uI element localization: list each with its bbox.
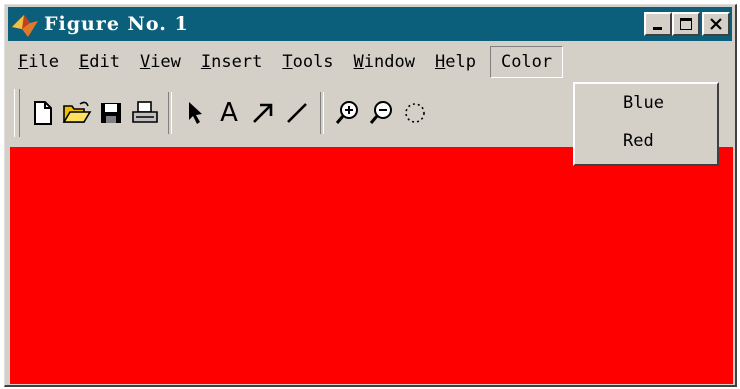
print-button[interactable]: [128, 93, 162, 133]
menu-tools[interactable]: Tools: [272, 47, 343, 77]
close-button[interactable]: [702, 12, 730, 36]
rotate-button[interactable]: [398, 93, 432, 133]
minimize-icon: [653, 27, 662, 30]
menu-file[interactable]: File: [8, 47, 69, 77]
select-button[interactable]: [178, 93, 212, 133]
zoom-in-icon: [335, 101, 358, 124]
print-icon: [132, 101, 158, 123]
toolbar-separator: [320, 92, 324, 134]
menu-view[interactable]: View: [130, 47, 191, 77]
menu-bar: File Edit View Insert Tools Window Help …: [8, 45, 732, 79]
color-dropdown-menu: Blue Red: [573, 82, 719, 166]
toolbar-grip[interactable]: [14, 89, 20, 137]
zoom-out-icon: [369, 101, 392, 124]
figure-window: Figure No. 1 File Edit View Insert Tools…: [4, 4, 737, 387]
new-file-button[interactable]: [26, 93, 60, 133]
zoom-in-button[interactable]: [330, 93, 364, 133]
insert-arrow-button[interactable]: [246, 93, 280, 133]
new-file-icon: [34, 101, 52, 125]
arrow-line-icon: [253, 103, 273, 123]
matlab-logo-icon: [12, 15, 38, 37]
insert-line-button[interactable]: [280, 93, 314, 133]
rotate-icon: [405, 103, 425, 123]
zoom-out-button[interactable]: [364, 93, 398, 133]
save-icon: [101, 103, 121, 123]
save-button[interactable]: [94, 93, 128, 133]
figure-canvas[interactable]: [10, 147, 733, 384]
open-button[interactable]: [60, 93, 94, 133]
minimize-button[interactable]: [644, 12, 672, 36]
menu-color[interactable]: Color: [489, 46, 564, 78]
maximize-button[interactable]: [672, 12, 700, 36]
arrow-pointer-icon: [189, 102, 202, 124]
menu-item-red[interactable]: Red: [575, 122, 717, 160]
insert-text-button[interactable]: A: [212, 93, 246, 133]
menu-insert[interactable]: Insert: [191, 47, 272, 77]
maximize-icon: [680, 18, 692, 30]
close-icon: [710, 18, 722, 30]
toolbar-separator: [168, 92, 172, 134]
menu-edit[interactable]: Edit: [69, 47, 130, 77]
line-icon: [287, 103, 307, 123]
title-bar[interactable]: Figure No. 1: [8, 7, 732, 41]
window-title: Figure No. 1: [44, 13, 189, 35]
text-icon: A: [220, 98, 238, 128]
menu-window[interactable]: Window: [344, 47, 425, 77]
open-folder-icon: [62, 101, 92, 123]
menu-item-blue[interactable]: Blue: [575, 84, 717, 122]
menu-help[interactable]: Help: [425, 47, 486, 77]
